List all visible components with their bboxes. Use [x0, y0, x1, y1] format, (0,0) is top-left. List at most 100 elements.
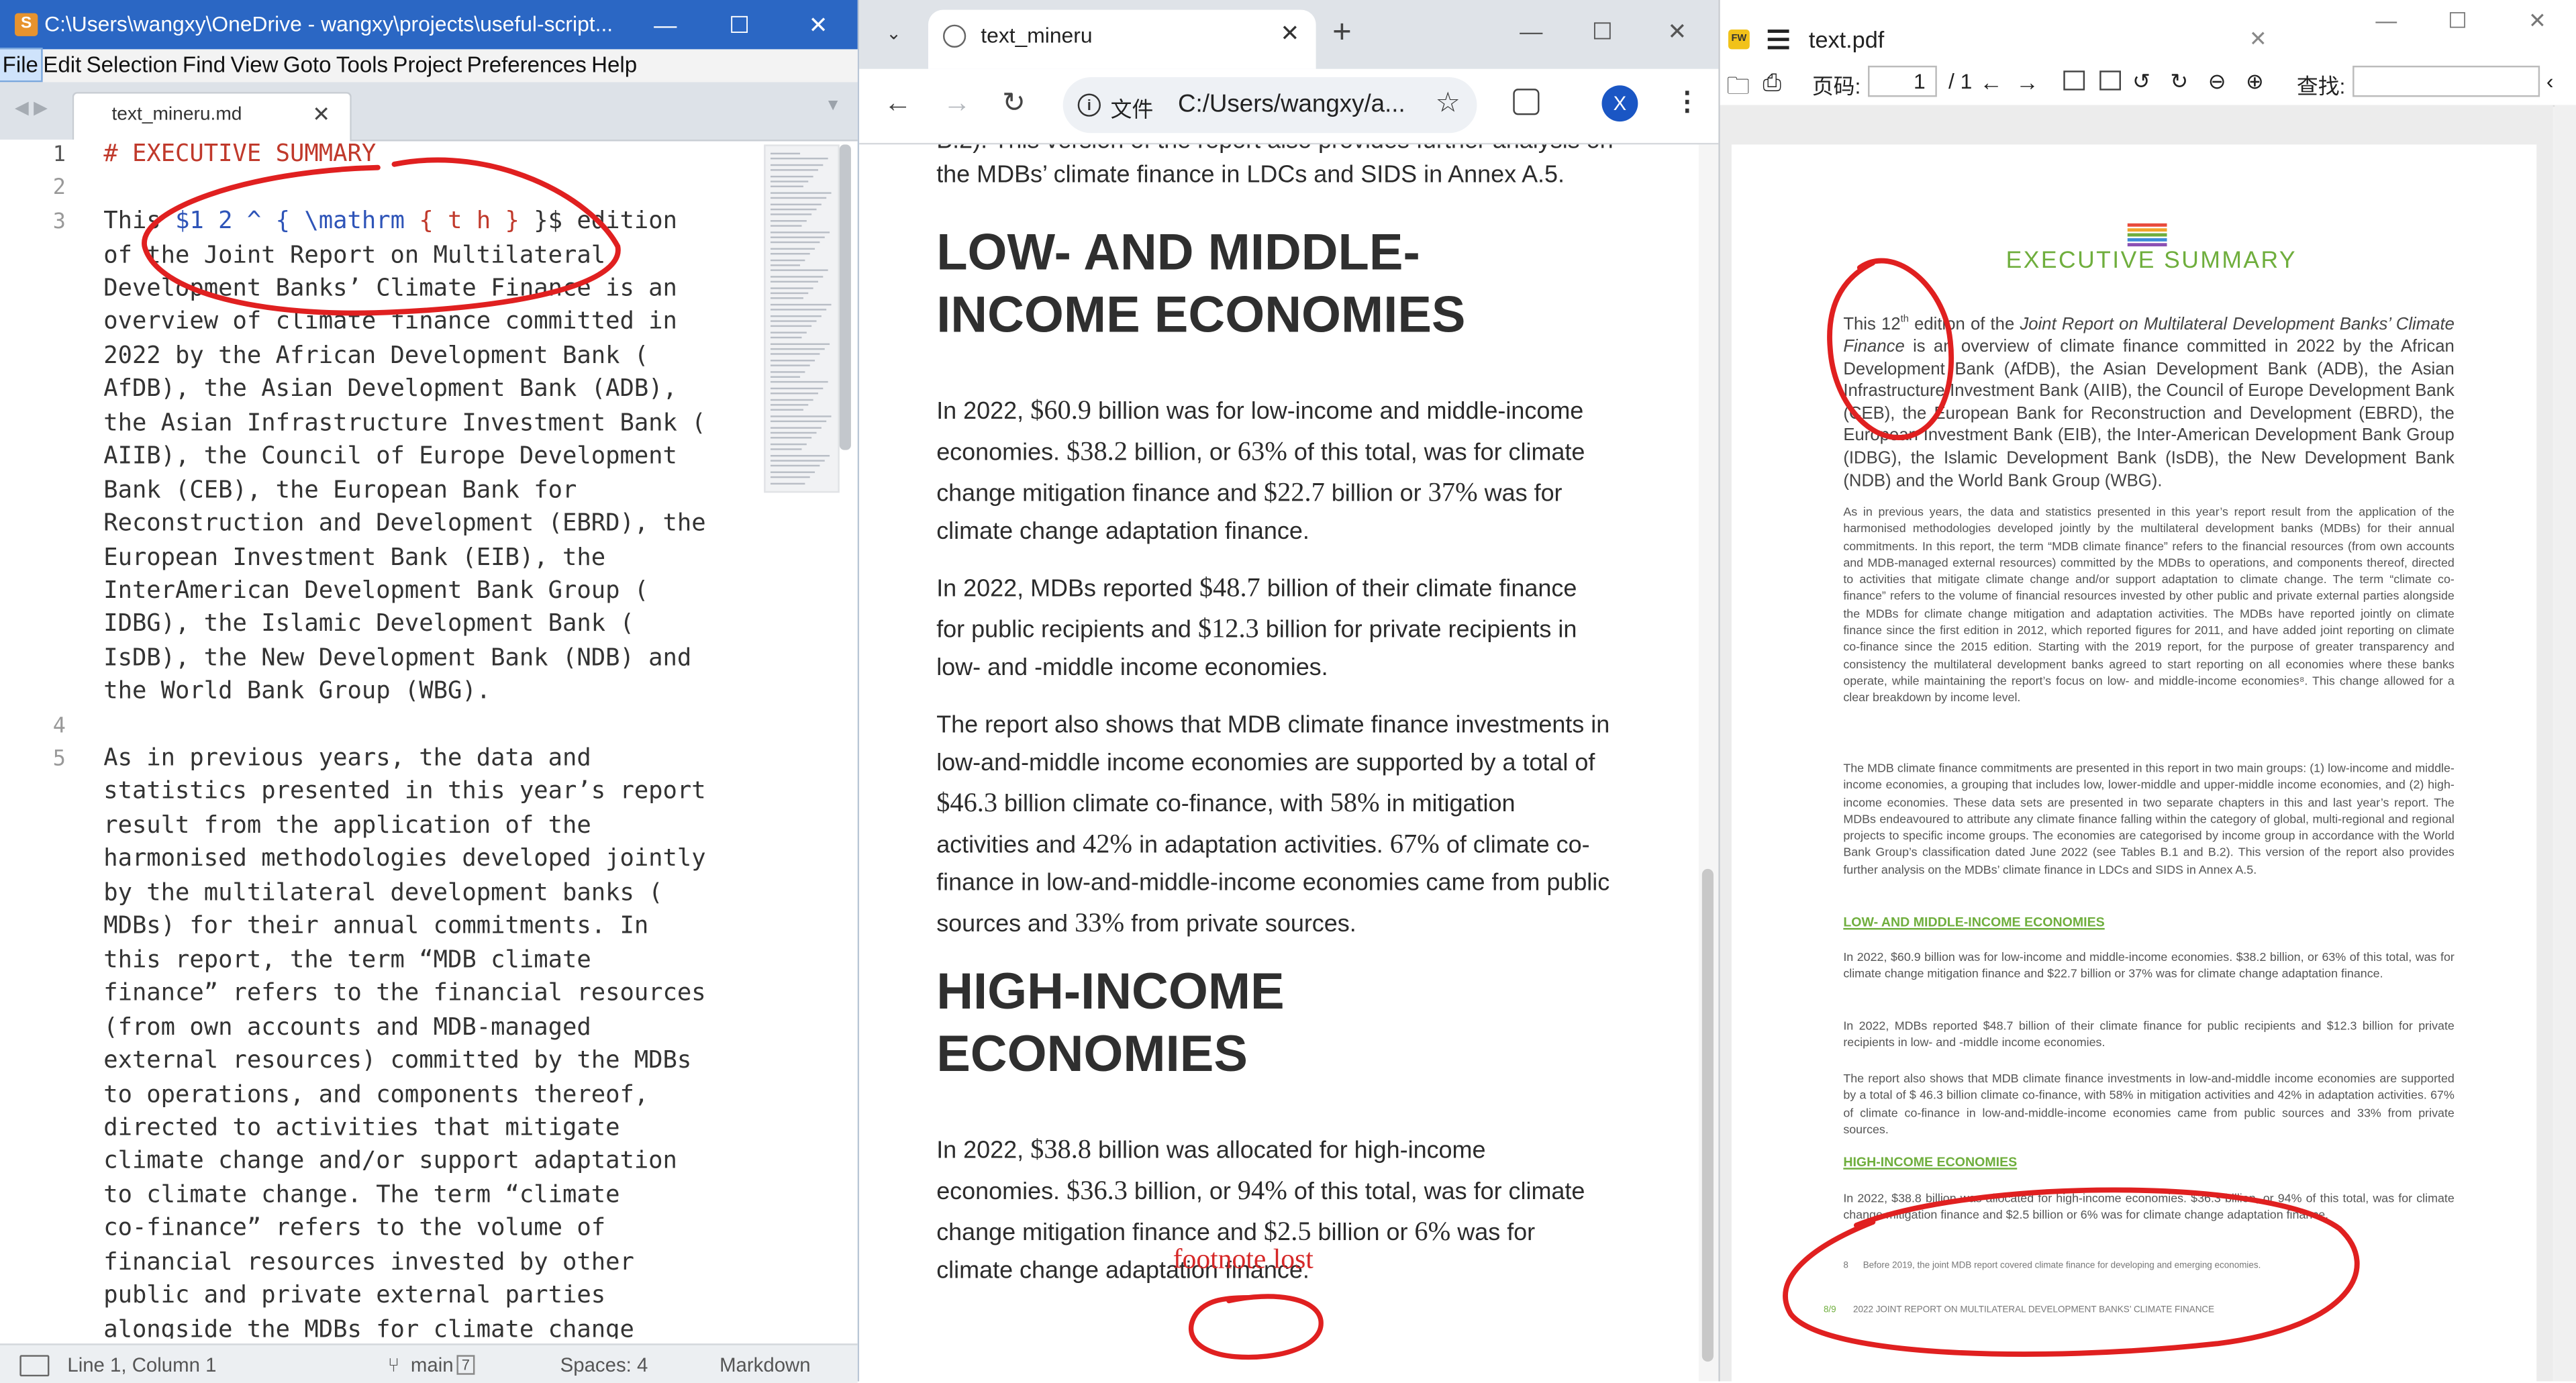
menu-project[interactable]: Project: [391, 49, 464, 81]
code-editor[interactable]: # EXECUTIVE SUMMARY This $1 2 ^ { \mathr…: [103, 140, 752, 1339]
close-icon[interactable]: ✕: [800, 7, 836, 43]
code-line: AIIB), the Council of Europe Development: [103, 444, 677, 470]
page-number-input[interactable]: 1: [1868, 65, 1937, 97]
minimize-icon[interactable]: —: [2375, 8, 2397, 33]
panel-toggle-icon[interactable]: [19, 1355, 50, 1377]
code-line: of the Joint Report on Multilateral: [103, 242, 606, 269]
minimap-line: [770, 169, 818, 172]
close-icon[interactable]: ✕: [1667, 18, 1687, 46]
reload-icon[interactable]: ↻: [1002, 87, 1026, 120]
indentation-setting[interactable]: Spaces: 4: [560, 1353, 648, 1376]
tab-text-mineru[interactable]: text_mineru.md ✕: [72, 92, 352, 142]
minimap-line: [770, 465, 820, 468]
fit-page-icon[interactable]: [2099, 70, 2121, 91]
minimap-line: [770, 376, 801, 378]
pdf-footnote: Before 2019, the joint MDB report covere…: [1863, 1261, 2261, 1272]
minimap[interactable]: [764, 144, 840, 493]
minimize-icon[interactable]: —: [647, 7, 683, 43]
menu-view[interactable]: View: [228, 49, 281, 81]
fit-width-icon[interactable]: [2063, 70, 2085, 91]
extensions-icon[interactable]: [1513, 89, 1540, 115]
pdf-paragraph: The MDB climate finance commitments are …: [1843, 760, 2455, 877]
rotate-right-icon[interactable]: ↻: [2170, 69, 2188, 95]
minimap-line: [770, 248, 815, 250]
git-branch[interactable]: main: [411, 1353, 454, 1376]
menu-selection[interactable]: Selection: [84, 49, 180, 81]
prev-page-icon[interactable]: ←: [1979, 69, 2002, 95]
sublime-app-icon: S: [15, 13, 38, 36]
minimize-icon[interactable]: —: [1520, 18, 1542, 44]
menu-preferences[interactable]: Preferences: [464, 49, 589, 81]
minimap-line: [770, 225, 802, 227]
page-label: 页码:: [1812, 74, 1861, 99]
tab-search-icon[interactable]: ⌄: [874, 16, 913, 52]
rotate-left-icon[interactable]: ↺: [2132, 69, 2150, 95]
address-bar[interactable]: i 文件 C:/Users/wangxy/a... ☆: [1062, 77, 1477, 134]
menu-tools[interactable]: Tools: [334, 49, 390, 81]
tab-close-icon[interactable]: ✕: [2249, 26, 2267, 52]
new-tab-icon[interactable]: +: [1332, 15, 1352, 52]
bookmark-star-icon[interactable]: ☆: [1436, 87, 1460, 120]
maximize-icon[interactable]: ☐: [1592, 18, 1613, 46]
zoom-in-icon[interactable]: ⊕: [2246, 69, 2264, 95]
pdf-titlebar[interactable]: FW text.pdf ✕ — ☐ ✕: [1720, 0, 2576, 63]
tab-close-icon[interactable]: ✕: [312, 102, 330, 128]
menu-file[interactable]: File: [0, 47, 43, 83]
back-arrow-icon[interactable]: ←: [884, 87, 912, 120]
minimap-line: [770, 314, 822, 317]
profile-avatar[interactable]: X: [1601, 85, 1638, 122]
minimap-line: [770, 309, 827, 311]
pdf-tab-title[interactable]: text.pdf: [1809, 26, 1884, 52]
git-branch-badge: 7: [456, 1355, 475, 1375]
maximize-icon[interactable]: ☐: [722, 7, 758, 43]
zoom-out-icon[interactable]: ⊖: [2208, 69, 2226, 95]
print-icon[interactable]: ⎙: [1763, 69, 1781, 97]
sublime-tabbar: ◀▶ text_mineru.md ✕ ▼: [0, 82, 858, 142]
minimap-line: [770, 158, 828, 160]
menu-help[interactable]: Help: [589, 49, 640, 81]
minimap-line: [770, 348, 825, 350]
line-number: 5: [52, 747, 66, 772]
markdown-heading-text: EXECUTIVE SUMMARY: [117, 141, 377, 168]
scroll-thumb[interactable]: [1701, 868, 1714, 1362]
menu-goto[interactable]: Goto: [281, 49, 334, 81]
paragraph-public-private: In 2022, MDBs reported $48.7 billion of …: [936, 571, 1577, 682]
next-page-icon[interactable]: →: [2016, 69, 2038, 95]
chrome-tab-text-mineru[interactable]: text_mineru ✕: [928, 9, 1316, 69]
code-line: 2022 by the African Development Bank (: [103, 343, 649, 370]
forward-arrow-icon[interactable]: →: [943, 87, 971, 120]
info-icon[interactable]: i: [1077, 93, 1101, 117]
paragraph-co-finance: The report also shows that MDB climate f…: [936, 713, 1610, 938]
minimap-line: [770, 242, 820, 244]
pdf-paragraph: In 2022, $60.9 billion was for low-incom…: [1843, 949, 2455, 982]
maximize-icon[interactable]: ☐: [2448, 8, 2467, 34]
syntax-setting[interactable]: Markdown: [720, 1353, 811, 1376]
paragraph-low-income-totals: In 2022, $60.9 billion was for low-incom…: [936, 394, 1585, 546]
chrome-scrollbar[interactable]: [1698, 144, 1719, 1382]
kebab-menu-icon[interactable]: ⋮: [1674, 85, 1700, 118]
code-line-heading: # EXECUTIVE SUMMARY: [103, 142, 376, 168]
pdf-scrollbar[interactable]: [2555, 105, 2576, 1382]
hamburger-menu-icon[interactable]: [1767, 30, 1789, 54]
code-line: harmonised methodologies developed joint…: [103, 846, 706, 873]
find-prev-icon[interactable]: ‹: [2546, 69, 2554, 94]
tab-dropdown-icon[interactable]: ▼: [825, 97, 841, 115]
code-math-brace: { t h }: [404, 208, 519, 236]
minimap-line: [770, 320, 817, 322]
menu-edit[interactable]: Edit: [41, 49, 84, 81]
tab-scroll-arrows-icon[interactable]: ◀▶: [15, 97, 52, 118]
url-text[interactable]: C:/Users/wangxy/a...: [1178, 91, 1405, 119]
open-folder-icon[interactable]: 🗀: [1727, 69, 1750, 109]
editor-scrollbar[interactable]: [839, 144, 851, 450]
tab-close-icon[interactable]: ✕: [1280, 19, 1299, 48]
minimap-line: [770, 292, 809, 295]
menu-find[interactable]: Find: [180, 49, 228, 81]
code-line: overview of climate finance committed in: [103, 309, 677, 336]
find-input[interactable]: [2352, 65, 2540, 97]
close-icon[interactable]: ✕: [2528, 8, 2546, 34]
sublime-titlebar[interactable]: S C:\Users\wangxy\OneDrive - wangxy\proj…: [0, 0, 858, 50]
minimap-line: [770, 264, 801, 266]
minimap-line: [770, 164, 824, 166]
minimap-line: [770, 448, 802, 451]
pdf-canvas[interactable]: [1720, 105, 2553, 1382]
